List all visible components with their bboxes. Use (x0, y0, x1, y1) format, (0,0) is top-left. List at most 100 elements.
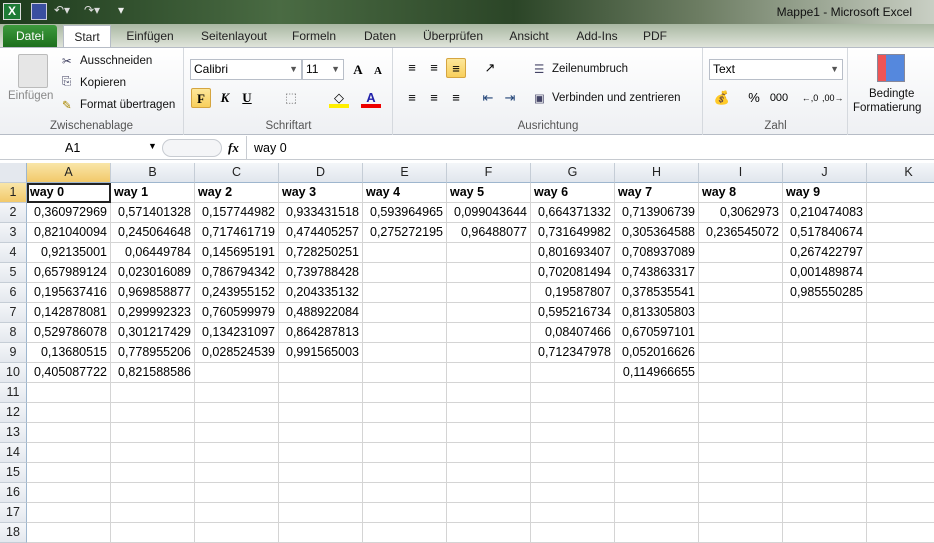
cell-F3[interactable]: 0,96488077 (447, 223, 531, 243)
cell-B15[interactable] (111, 463, 195, 483)
row-header[interactable]: 10 (0, 363, 27, 383)
row-header[interactable]: 3 (0, 223, 27, 243)
cell-G5[interactable]: 0,702081494 (531, 263, 615, 283)
cell-K16[interactable] (867, 483, 934, 503)
cell-G18[interactable] (531, 523, 615, 543)
cell-F6[interactable] (447, 283, 531, 303)
cell-F10[interactable] (447, 363, 531, 383)
cell-G7[interactable]: 0,595216734 (531, 303, 615, 323)
cell-B8[interactable]: 0,301217429 (111, 323, 195, 343)
cell-G2[interactable]: 0,664371332 (531, 203, 615, 223)
cell-I12[interactable] (699, 403, 783, 423)
cell-F2[interactable]: 0,099043644 (447, 203, 531, 223)
cell-B10[interactable]: 0,821588586 (111, 363, 195, 383)
cell-F8[interactable] (447, 323, 531, 343)
cell-J9[interactable] (783, 343, 867, 363)
align-center-icon[interactable]: ≡ (424, 88, 444, 108)
tab-start[interactable]: Start (63, 25, 111, 47)
cell-C12[interactable] (195, 403, 279, 423)
decrease-decimal-icon[interactable]: ,00→ (822, 88, 844, 108)
cell-I9[interactable] (699, 343, 783, 363)
cell-E10[interactable] (363, 363, 447, 383)
cell-H4[interactable]: 0,708937089 (615, 243, 699, 263)
column-header-A[interactable]: A (27, 163, 111, 183)
row-header[interactable]: 9 (0, 343, 27, 363)
cell-D6[interactable]: 0,204335132 (279, 283, 363, 303)
cell-C7[interactable]: 0,760599979 (195, 303, 279, 323)
cell-F1[interactable]: way 5 (447, 183, 531, 203)
cell-H14[interactable] (615, 443, 699, 463)
cell-B3[interactable]: 0,245064648 (111, 223, 195, 243)
cell-B18[interactable] (111, 523, 195, 543)
borders-icon[interactable]: ⬚ (281, 88, 301, 108)
row-header[interactable]: 6 (0, 283, 27, 303)
cell-J1[interactable]: way 9 (783, 183, 867, 203)
cell-I14[interactable] (699, 443, 783, 463)
cell-A8[interactable]: 0,529786078 (27, 323, 111, 343)
cell-A15[interactable] (27, 463, 111, 483)
cell-C13[interactable] (195, 423, 279, 443)
cell-I2[interactable]: 0,3062973 (699, 203, 783, 223)
cell-F5[interactable] (447, 263, 531, 283)
cell-H1[interactable]: way 7 (615, 183, 699, 203)
cell-K10[interactable] (867, 363, 934, 383)
cell-G4[interactable]: 0,801693407 (531, 243, 615, 263)
cell-E9[interactable] (363, 343, 447, 363)
cell-E4[interactable] (363, 243, 447, 263)
cell-B11[interactable] (111, 383, 195, 403)
formula-bar-divider[interactable] (162, 139, 222, 157)
cell-A2[interactable]: 0,360972969 (27, 203, 111, 223)
cell-G9[interactable]: 0,712347978 (531, 343, 615, 363)
cell-F7[interactable] (447, 303, 531, 323)
row-header[interactable]: 8 (0, 323, 27, 343)
cell-F11[interactable] (447, 383, 531, 403)
name-box[interactable]: A1 (3, 139, 158, 158)
cell-K6[interactable] (867, 283, 934, 303)
formula-input[interactable]: way 0 (254, 141, 287, 155)
chevron-down-icon[interactable]: ▼ (148, 141, 157, 151)
cell-C2[interactable]: 0,157744982 (195, 203, 279, 223)
cell-G11[interactable] (531, 383, 615, 403)
cell-J3[interactable]: 0,517840674 (783, 223, 867, 243)
cell-E16[interactable] (363, 483, 447, 503)
tab-daten[interactable]: Daten (358, 25, 402, 47)
cell-C11[interactable] (195, 383, 279, 403)
cell-J14[interactable] (783, 443, 867, 463)
cell-I17[interactable] (699, 503, 783, 523)
cell-A18[interactable] (27, 523, 111, 543)
cell-D9[interactable]: 0,991565003 (279, 343, 363, 363)
cell-C9[interactable]: 0,028524539 (195, 343, 279, 363)
align-top-icon[interactable]: ≡ (402, 58, 422, 78)
cell-F13[interactable] (447, 423, 531, 443)
row-header[interactable]: 17 (0, 503, 27, 523)
italic-button[interactable]: K (215, 88, 235, 108)
cell-H2[interactable]: 0,713906739 (615, 203, 699, 223)
cell-I8[interactable] (699, 323, 783, 343)
row-header[interactable]: 15 (0, 463, 27, 483)
cell-K4[interactable] (867, 243, 934, 263)
tab-pdf[interactable]: PDF (640, 25, 670, 47)
cell-E3[interactable]: 0,275272195 (363, 223, 447, 243)
cell-J15[interactable] (783, 463, 867, 483)
tab-add-ins[interactable]: Add-Ins (572, 25, 622, 47)
increase-decimal-icon[interactable]: ←,0 (800, 88, 820, 108)
cell-A1[interactable]: way 0 (27, 183, 111, 203)
cell-K7[interactable] (867, 303, 934, 323)
row-header[interactable]: 7 (0, 303, 27, 323)
cell-D18[interactable] (279, 523, 363, 543)
copy-button[interactable]: Kopieren (80, 77, 126, 89)
cell-K1[interactable] (867, 183, 934, 203)
cell-G14[interactable] (531, 443, 615, 463)
merge-center-button[interactable]: Verbinden und zentrieren (552, 92, 681, 104)
cell-I10[interactable] (699, 363, 783, 383)
cell-I15[interactable] (699, 463, 783, 483)
cell-A16[interactable] (27, 483, 111, 503)
cell-H6[interactable]: 0,378535541 (615, 283, 699, 303)
cell-G6[interactable]: 0,19587807 (531, 283, 615, 303)
cell-K8[interactable] (867, 323, 934, 343)
cell-A9[interactable]: 0,13680515 (27, 343, 111, 363)
cell-K2[interactable] (867, 203, 934, 223)
cell-B9[interactable]: 0,778955206 (111, 343, 195, 363)
cell-E11[interactable] (363, 383, 447, 403)
cell-H3[interactable]: 0,305364588 (615, 223, 699, 243)
